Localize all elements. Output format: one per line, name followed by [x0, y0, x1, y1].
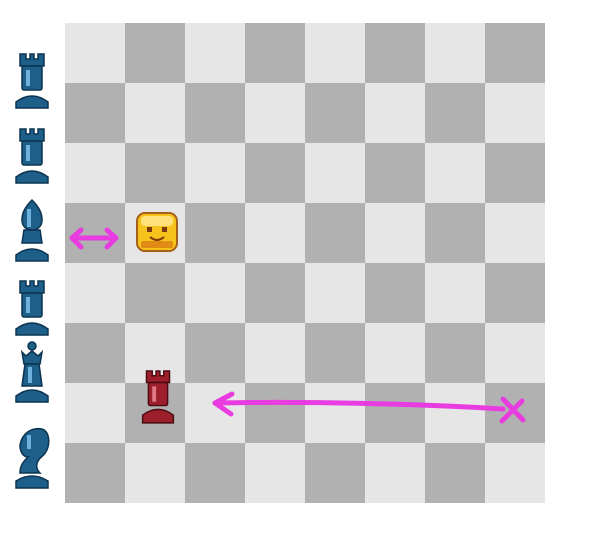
board-square[interactable] — [125, 143, 185, 203]
board-square[interactable] — [485, 443, 545, 503]
board-square[interactable] — [305, 203, 365, 263]
blue-queen-icon[interactable] — [6, 340, 58, 406]
board-square[interactable] — [425, 323, 485, 383]
board-square[interactable] — [245, 23, 305, 83]
board-square[interactable] — [245, 143, 305, 203]
board-square[interactable] — [425, 83, 485, 143]
board-square[interactable] — [365, 143, 425, 203]
board-square[interactable] — [425, 143, 485, 203]
blue-rook-icon[interactable] — [6, 121, 58, 187]
board-square[interactable] — [185, 443, 245, 503]
board-square[interactable] — [425, 443, 485, 503]
board-square[interactable] — [65, 263, 125, 323]
board-square[interactable] — [485, 263, 545, 323]
blue-rook-icon[interactable] — [6, 46, 58, 112]
board-square[interactable] — [305, 383, 365, 443]
board-square[interactable] — [65, 143, 125, 203]
board-square[interactable] — [305, 83, 365, 143]
board-square[interactable] — [65, 323, 125, 383]
board-square[interactable] — [185, 143, 245, 203]
board-square[interactable] — [425, 203, 485, 263]
board-square[interactable] — [305, 443, 365, 503]
board-square[interactable] — [365, 23, 425, 83]
board-square[interactable] — [305, 23, 365, 83]
blue-bishop-icon[interactable] — [6, 197, 58, 263]
board-square[interactable] — [245, 263, 305, 323]
board-square[interactable] — [305, 143, 365, 203]
board-square[interactable] — [485, 143, 545, 203]
board-square[interactable] — [365, 443, 425, 503]
board-square[interactable] — [425, 383, 485, 443]
board-square[interactable] — [365, 203, 425, 263]
board-square[interactable] — [425, 263, 485, 323]
board-square[interactable] — [425, 23, 485, 83]
board-square[interactable] — [245, 323, 305, 383]
board-square[interactable] — [365, 263, 425, 323]
board-square[interactable] — [305, 323, 365, 383]
board-square[interactable] — [185, 83, 245, 143]
board-square[interactable] — [365, 383, 425, 443]
blue-knight-icon[interactable] — [6, 425, 58, 491]
board-square[interactable] — [125, 443, 185, 503]
board-square[interactable] — [65, 203, 125, 263]
board-square[interactable] — [485, 83, 545, 143]
board-square[interactable] — [485, 23, 545, 83]
board-square[interactable] — [245, 443, 305, 503]
board-square[interactable] — [125, 23, 185, 83]
board-square[interactable] — [125, 83, 185, 143]
board-square[interactable] — [185, 203, 245, 263]
blue-rook-icon[interactable] — [6, 273, 58, 339]
board-square[interactable] — [65, 23, 125, 83]
board-square[interactable] — [245, 383, 305, 443]
board-square[interactable] — [125, 263, 185, 323]
board-square[interactable] — [65, 443, 125, 503]
board-square[interactable] — [485, 323, 545, 383]
red-rook-icon[interactable] — [133, 362, 183, 428]
board-square[interactable] — [185, 263, 245, 323]
board-square[interactable] — [245, 83, 305, 143]
board-square[interactable] — [65, 83, 125, 143]
board-square[interactable] — [365, 83, 425, 143]
board-square[interactable] — [305, 263, 365, 323]
board-square[interactable] — [185, 323, 245, 383]
chess-board — [65, 23, 545, 503]
board-square[interactable] — [365, 323, 425, 383]
yellow-block-character-icon[interactable] — [135, 211, 179, 253]
board-square[interactable] — [485, 383, 545, 443]
board-square[interactable] — [485, 203, 545, 263]
board-square[interactable] — [65, 383, 125, 443]
board-square[interactable] — [245, 203, 305, 263]
board-square[interactable] — [185, 383, 245, 443]
board-square[interactable] — [185, 23, 245, 83]
